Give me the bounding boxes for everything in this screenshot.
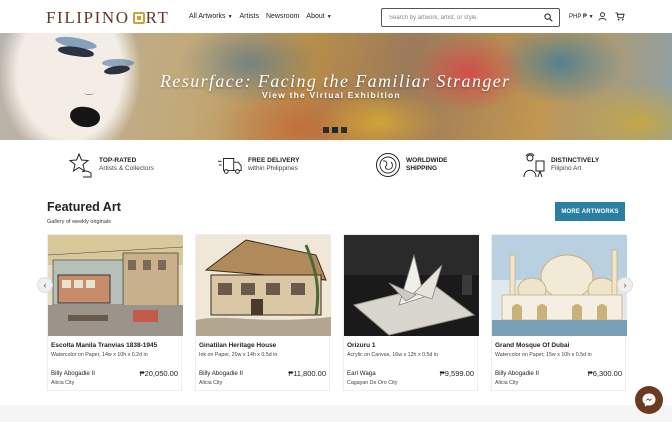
artwork-medium: Watercolor on Paper, 15w x 10h x 0.5d in [495,352,592,358]
star-hand-icon [68,152,92,178]
feature-subtitle: Filipino Art [551,165,582,172]
main-nav: All Artworks ▼ Artists Newsroom About ▼ [189,13,332,20]
artwork-artist[interactable]: Earl Waga [347,370,376,377]
feature-worldwide-shipping: WORLDWIDE SHIPPING [375,152,448,178]
carousel-prev-button[interactable]: ‹ [37,277,53,293]
carousel-dot-2[interactable] [332,127,338,133]
artwork-image[interactable] [196,235,331,336]
chevron-down-icon: ▼ [326,14,332,20]
artwork-image[interactable] [48,235,183,336]
feature-title: TOP-RATED [99,156,137,164]
truck-icon [217,158,242,174]
search-bar [381,8,560,27]
hero-title: Resurface: Facing the Familiar Stranger [160,71,511,91]
artwork-location: Alicia City [199,380,223,386]
chevron-down-icon: ▼ [227,14,233,20]
chevron-right-icon: › [623,280,627,290]
logo-mark-icon [132,12,145,24]
feature-distinctively-filipino: DISTINCTIVELY Filipino Art [520,152,599,178]
artwork-location: Alicia City [51,380,75,386]
hero-banner[interactable]: Resurface: Facing the Familiar Stranger … [0,33,672,140]
search-icon[interactable] [544,13,553,22]
hero-face-artwork [0,33,160,140]
artwork-card[interactable]: Grand Mosque Of Dubai Watercolor on Pape… [491,234,627,391]
hero-art-detail [84,91,94,95]
site-logo[interactable]: FILIPINO RT [46,8,170,28]
artwork-medium: Acrylic on Canvas, 16w x 12h x 0.5d in [347,352,438,358]
messenger-icon [642,393,656,407]
carousel-next-button[interactable]: › [617,277,633,293]
chevron-left-icon: ‹ [43,280,47,290]
hero-art-detail [68,105,102,129]
nav-all-artworks-label: All Artworks [189,13,226,20]
artwork-image[interactable] [344,235,479,336]
artwork-medium: Ink on Paper, 20w x 14h x 0.5d in [199,352,278,358]
feature-title: DISTINCTIVELY [551,156,600,164]
painter-icon [523,153,545,178]
carousel-dots [323,127,347,133]
nav-artists[interactable]: Artists [240,13,259,20]
nav-about[interactable]: About ▼ [306,13,331,20]
artwork-medium: Watercolor on Paper, 14w x 10h x 0.2d in [51,352,148,358]
feature-free-delivery: FREE DELIVERY within Philippines [217,152,299,178]
artwork-artist[interactable]: Billy Abogadie II [495,370,539,377]
nav-all-artworks[interactable]: All Artworks ▼ [189,13,233,20]
artwork-card[interactable]: Orizuru 1 Acrylic on Canvas, 16w x 12h x… [343,234,479,391]
feature-subtitle: Artists & Collectors [99,165,154,172]
artwork-title[interactable]: Orizuru 1 [347,342,376,349]
feature-title: FREE DELIVERY [248,156,300,164]
artwork-title[interactable]: Ginatilan Heritage House [199,342,276,349]
featured-art-subtitle: Gallery of weekly originals [47,219,111,225]
globe-icon [376,153,400,177]
user-icon[interactable] [598,12,607,21]
logo-text-right: RT [145,8,170,27]
logo-text-left: FILIPINO [46,8,130,27]
feature-title: WORLDWIDE [406,156,448,164]
artwork-price: ₱6,300.00 [587,369,622,378]
artwork-artist[interactable]: Billy Abogadie II [51,370,95,377]
artwork-location: Alicia City [495,380,519,386]
artwork-artist[interactable]: Billy Abogadie II [199,370,243,377]
artwork-title[interactable]: Escolta Manila Tranvias 1838-1945 [51,342,157,349]
page: FILIPINO RT All Artworks ▼ Artists Newsroo… [0,0,672,422]
feature-strip: TOP-RATED Artists & Collectors FREE DELI… [0,140,672,192]
feature-subtitle: within Philippines [248,165,298,172]
featured-art-title: Featured Art [47,200,121,214]
carousel-dot-1[interactable] [323,127,329,133]
artwork-location: Cagayan De Oro City [347,380,398,386]
artwork-image[interactable] [492,235,627,336]
footer-strip [0,405,672,422]
cart-icon[interactable] [615,12,625,21]
hero-subtitle-link[interactable]: View the Virtual Exhibition [262,90,401,100]
currency-selector[interactable]: PHP ₱ ▼ [569,14,594,20]
artwork-title[interactable]: Grand Mosque Of Dubai [495,342,569,349]
messenger-chat-button[interactable] [635,386,663,414]
nav-newsroom[interactable]: Newsroom [266,13,299,20]
artwork-image-ginatilan [196,235,331,336]
artwork-card[interactable]: Ginatilan Heritage House Ink on Paper, 2… [195,234,331,391]
artwork-image-escolta [48,235,183,336]
artwork-price: ₱9,599.00 [439,369,474,378]
header: FILIPINO RT All Artworks ▼ Artists Newsroo… [0,0,672,33]
chevron-down-icon: ▼ [588,14,594,20]
artwork-price: ₱20,050.00 [139,369,178,378]
artwork-image-orizuru [344,235,479,336]
nav-about-label: About [306,13,325,20]
feature-subtitle: SHIPPING [406,165,438,172]
more-artworks-button[interactable]: MORE ARTWORKS [555,202,625,221]
search-input[interactable] [382,14,537,21]
carousel-dot-3[interactable] [341,127,347,133]
artwork-price: ₱11,800.00 [288,369,326,378]
artwork-card[interactable]: Escolta Manila Tranvias 1838-1945 Waterc… [47,234,183,391]
currency-label: PHP ₱ [569,14,587,20]
feature-top-rated: TOP-RATED Artists & Collectors [68,152,154,178]
artwork-image-grand-mosque [492,235,627,336]
